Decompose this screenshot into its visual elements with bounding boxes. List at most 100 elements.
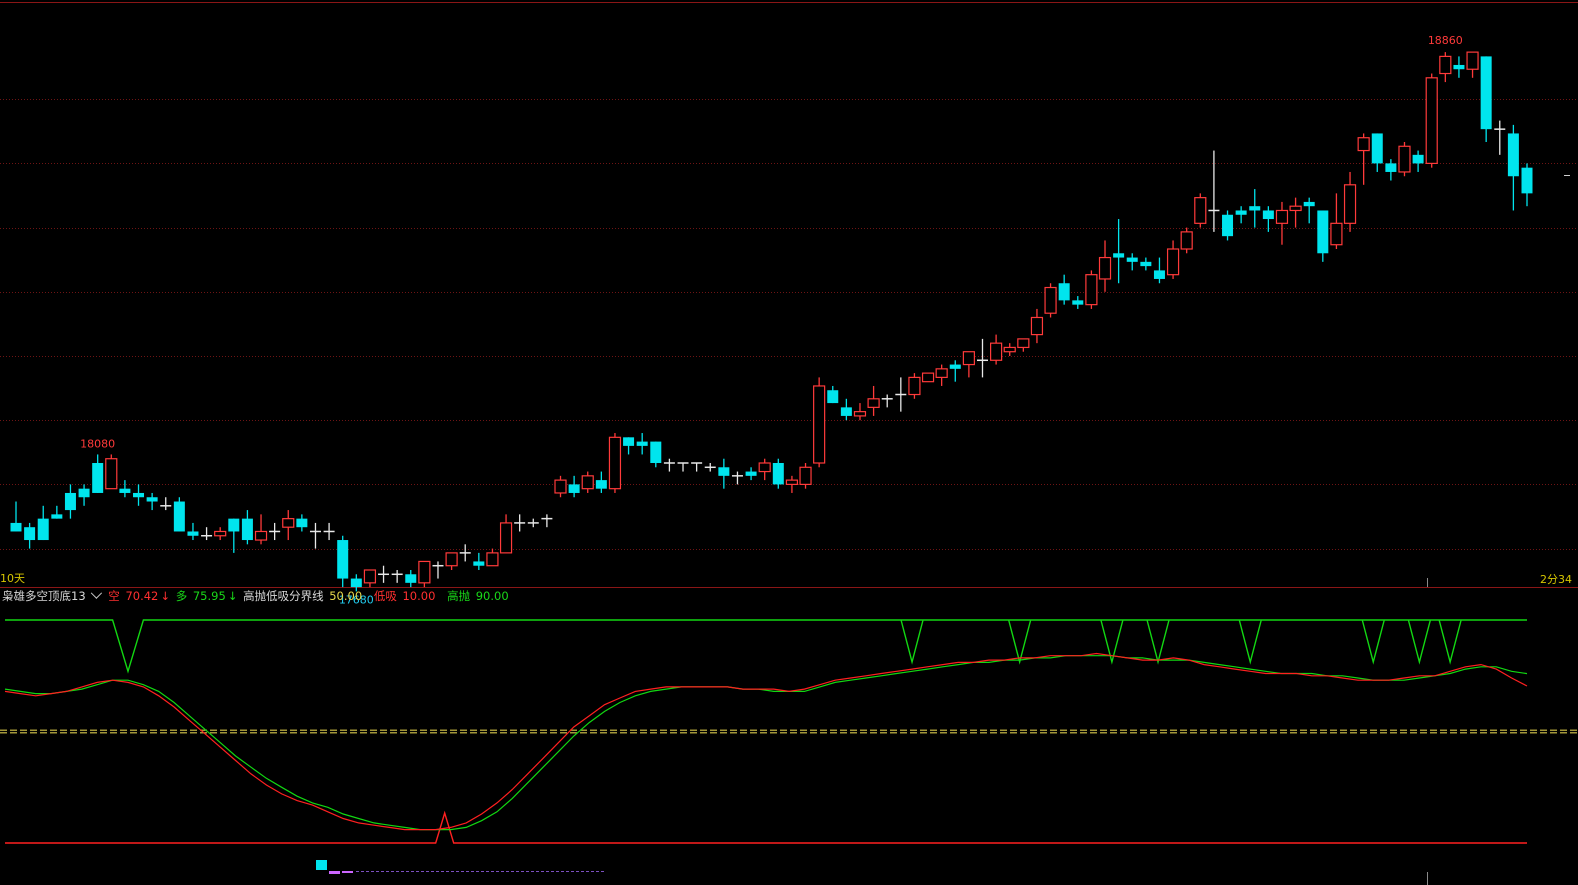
candle	[758, 458, 771, 481]
candle-body	[554, 479, 567, 494]
top-signal-v	[900, 619, 924, 665]
candle-body	[1072, 300, 1084, 305]
candle	[731, 471, 743, 485]
candle-body	[785, 479, 799, 485]
candle	[486, 548, 499, 567]
candle	[64, 484, 76, 519]
candle-body	[350, 578, 362, 588]
candle-body	[1085, 274, 1098, 306]
candle	[1140, 257, 1152, 271]
candle	[418, 560, 431, 588]
candle	[1180, 227, 1193, 254]
top-signal-v	[1238, 619, 1262, 665]
indicator-name[interactable]: 枭雄多空顶底13	[2, 589, 86, 603]
candle	[37, 505, 49, 541]
candle	[608, 433, 622, 493]
candle-body	[1330, 222, 1343, 246]
candle	[282, 510, 295, 541]
candle-body	[568, 484, 580, 493]
candle-body	[1439, 55, 1452, 75]
candle-body	[282, 518, 295, 528]
candle	[1412, 150, 1424, 172]
duo-line	[4, 655, 1528, 831]
top-signal-v	[1407, 619, 1432, 665]
candle-body	[1003, 346, 1016, 353]
candle	[595, 471, 607, 493]
candle-body	[1140, 261, 1152, 267]
line-value: 50.00	[329, 589, 363, 603]
candle-body	[1153, 270, 1165, 279]
candle-body	[473, 561, 485, 566]
candle-body	[105, 458, 118, 490]
candle	[935, 364, 948, 386]
candle	[499, 514, 513, 554]
candle	[636, 433, 648, 455]
candle-body	[1166, 248, 1180, 276]
candle-body	[758, 462, 771, 473]
candle	[459, 544, 471, 562]
candle-body	[623, 437, 635, 446]
candle-body	[1303, 201, 1315, 207]
candle	[745, 467, 757, 481]
candle-body	[1017, 338, 1030, 349]
candle	[840, 398, 852, 421]
right-label: 2分34	[1540, 573, 1572, 586]
kong-arrow: ↓	[160, 589, 171, 603]
candle	[1166, 240, 1180, 279]
candle-body	[1030, 316, 1044, 336]
candle	[1208, 150, 1220, 232]
candle	[24, 522, 36, 549]
high-price-label: 18860	[1428, 34, 1463, 47]
candle	[1126, 253, 1138, 271]
candle	[214, 527, 227, 541]
candle	[1017, 338, 1030, 352]
candle	[1480, 56, 1492, 142]
candle	[1343, 171, 1357, 232]
candle-body	[608, 436, 622, 490]
candle-body	[636, 441, 648, 446]
candle-body	[1126, 257, 1138, 262]
candle-body	[214, 530, 227, 537]
kong-value: 70.42	[125, 589, 159, 603]
candle-body	[581, 475, 594, 490]
chart-canvas: 18860180801768010天 2分34	[0, 2, 1578, 885]
candle-body	[51, 514, 63, 519]
candle	[10, 501, 22, 532]
candle	[1249, 189, 1261, 228]
candle-body	[990, 342, 1003, 361]
candle-body	[187, 531, 199, 536]
candle	[813, 377, 826, 468]
low-label: 低吸	[373, 589, 397, 603]
candlestick-series[interactable]	[10, 51, 1533, 592]
candle	[1275, 201, 1289, 245]
candle-body	[867, 398, 880, 408]
candle-body	[1521, 167, 1533, 194]
candle-body	[1113, 253, 1125, 258]
candle-body	[595, 480, 607, 489]
indicator-panel	[0, 619, 1578, 874]
bottom-signal-line	[5, 810, 1527, 844]
candle-body	[921, 372, 935, 383]
candle-body	[173, 501, 185, 532]
candle-body	[499, 522, 513, 554]
candle-body	[1098, 256, 1112, 280]
candle	[473, 552, 485, 570]
candle	[1439, 52, 1452, 83]
candle-body	[241, 518, 253, 541]
candle	[1303, 197, 1315, 224]
duo-value: 75.95	[192, 589, 226, 603]
candle	[1521, 163, 1533, 207]
candle	[119, 480, 131, 498]
volume-bar	[342, 871, 353, 873]
candle	[853, 403, 867, 421]
candle	[51, 505, 63, 519]
dropdown-chevron-icon[interactable]	[90, 587, 102, 599]
candle-body	[64, 492, 76, 511]
candle	[1003, 343, 1016, 356]
candle-body	[772, 463, 784, 485]
candle	[363, 569, 377, 588]
volume-bar	[329, 871, 340, 874]
candle	[677, 462, 689, 472]
candle	[990, 334, 1003, 365]
candle	[623, 437, 635, 455]
